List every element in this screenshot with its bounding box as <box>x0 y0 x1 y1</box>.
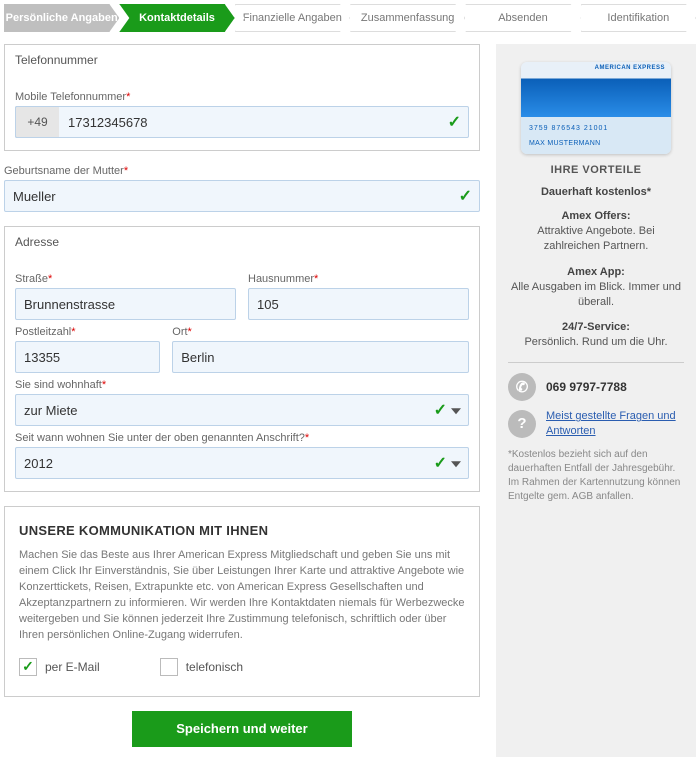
mother-input[interactable] <box>4 180 480 212</box>
email-checkbox[interactable]: ✓per E-Mail <box>19 658 100 676</box>
benefit-title: 24/7-Service: <box>508 321 684 333</box>
save-continue-button[interactable]: Speichern und weiter <box>132 711 352 747</box>
support-phone: ✆ 069 9797-7788 <box>508 373 684 401</box>
benefit-text: Persönlich. Rund um die Uhr. <box>508 335 684 350</box>
mother-label: Geburtsname der Mutter* <box>4 165 480 177</box>
address-section: Adresse Straße* Hausnummer* Postleitzahl… <box>4 226 480 492</box>
residency-label: Sie sind wohnhaft* <box>15 379 469 391</box>
mobile-label: Mobile Telefonnummer* <box>15 91 469 103</box>
step-financial: Finanzielle Angaben <box>235 4 350 32</box>
comm-text: Machen Sie das Beste aus Ihrer American … <box>19 548 465 644</box>
comm-title: UNSERE KOMMUNIKATION MIT IHNEN <box>19 523 465 538</box>
phone-number: 069 9797-7788 <box>546 380 627 394</box>
checkbox-empty-icon <box>160 658 178 676</box>
faq-link[interactable]: Meist gestellte Fragen und Antworten <box>546 409 684 438</box>
benefits-heading: IHRE VORTEILE <box>508 164 684 176</box>
housenumber-label: Hausnummer* <box>248 273 469 285</box>
since-select[interactable]: 2012 <box>15 447 469 479</box>
section-header: Adresse <box>5 227 479 257</box>
progress-steps: Persönliche Angaben Kontaktdetails Finan… <box>0 0 700 44</box>
street-input[interactable] <box>15 288 236 320</box>
step-summary: Zusammenfassung <box>350 4 465 32</box>
benefit-title: Amex Offers: <box>508 210 684 222</box>
zip-label: Postleitzahl* <box>15 326 160 338</box>
country-prefix[interactable]: +49 <box>15 106 59 138</box>
checkmark-icon: ✓ <box>19 658 37 676</box>
phone-section: Telefonnummer Mobile Telefonnummer* +49 <box>4 44 480 151</box>
card-number: 3759 876543 21001 <box>529 125 608 132</box>
step-contact[interactable]: Kontaktdetails <box>119 4 234 32</box>
help-icon: ? <box>508 410 536 438</box>
street-label: Straße* <box>15 273 236 285</box>
since-label: Seit wann wohnen Sie unter der oben gena… <box>15 432 469 444</box>
step-send: Absenden <box>465 4 580 32</box>
section-header: Telefonnummer <box>5 45 479 75</box>
phone-checkbox[interactable]: telefonisch <box>160 658 243 676</box>
mother-section: Geburtsname der Mutter* <box>4 165 480 212</box>
card-image: AMERICAN EXPRESS 3759 876543 21001 MAX M… <box>521 62 671 154</box>
card-brand: AMERICAN EXPRESS <box>595 65 665 71</box>
benefit-text: Alle Ausgaben im Blick. Immer und überal… <box>508 280 684 310</box>
footnote: *Kostenlos bezieht sich auf den dauerhaf… <box>508 448 684 504</box>
benefit-title: Dauerhaft kostenlos* <box>508 186 684 198</box>
benefit-text: Attraktive Angebote. Bei zahlreichen Par… <box>508 224 684 254</box>
card-holder: MAX MUSTERMANN <box>529 140 600 147</box>
step-ident: Identifikation <box>581 4 696 32</box>
mobile-input[interactable] <box>15 106 469 138</box>
communication-section: UNSERE KOMMUNIKATION MIT IHNEN Machen Si… <box>4 506 480 697</box>
sidebar: AMERICAN EXPRESS 3759 876543 21001 MAX M… <box>496 44 696 757</box>
faq-row: ? Meist gestellte Fragen und Antworten <box>508 409 684 438</box>
housenumber-input[interactable] <box>248 288 469 320</box>
residency-select[interactable]: zur Miete <box>15 394 469 426</box>
phone-icon: ✆ <box>508 373 536 401</box>
city-label: Ort* <box>172 326 469 338</box>
step-personal[interactable]: Persönliche Angaben <box>4 4 119 32</box>
benefit-title: Amex App: <box>508 266 684 278</box>
zip-input[interactable] <box>15 341 160 373</box>
city-input[interactable] <box>172 341 469 373</box>
